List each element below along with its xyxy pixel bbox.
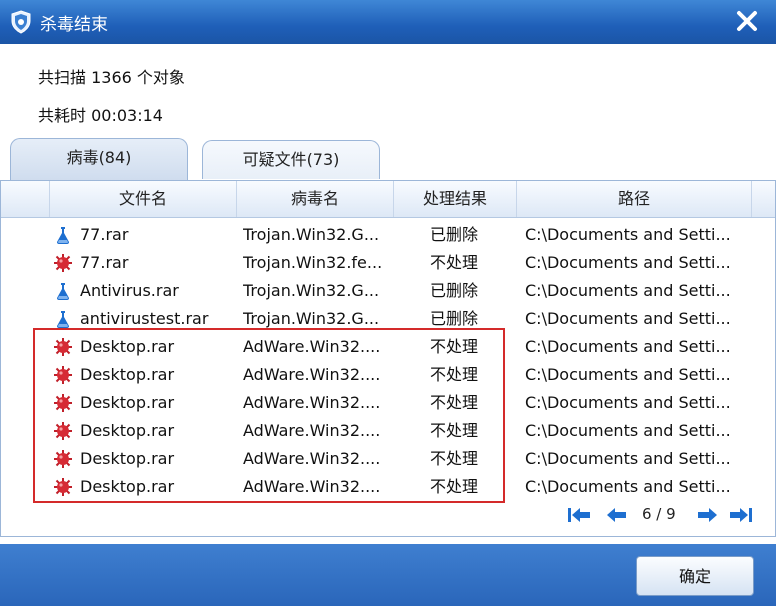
table-row[interactable]: antivirustest.rar Trojan.Win32.G... 已删除 C:\…: [1, 305, 775, 333]
header-result[interactable]: 处理结果: [394, 181, 517, 217]
elapsed-time-text: 共耗时 00:03:14: [38, 106, 163, 125]
virus-name-cell: Trojan.Win32.G...: [243, 309, 380, 328]
virus-name-cell: AdWare.Win32....: [243, 421, 381, 440]
virus-name-cell: Trojan.Win32.fe...: [243, 253, 383, 272]
virus-icon: [53, 477, 73, 497]
table-row[interactable]: 77.rar Trojan.Win32.fe... 不处理 C:\Documents …: [1, 249, 775, 277]
path-cell: C:\Documents and Setti...: [525, 365, 731, 384]
file-name-cell: 77.rar: [80, 253, 129, 272]
virus-name-cell: AdWare.Win32....: [243, 365, 381, 384]
header-icon-column: [1, 181, 50, 217]
ok-button[interactable]: 确定: [636, 556, 754, 596]
path-cell: C:\Documents and Setti...: [525, 421, 731, 440]
shield-icon: [11, 10, 31, 34]
header-file-name[interactable]: 文件名: [50, 181, 237, 217]
table-row[interactable]: Desktop.rar AdWare.Win32.... 不处理 C:\Documen…: [1, 417, 775, 445]
table-row[interactable]: Desktop.rar AdWare.Win32.... 不处理 C:\Documen…: [1, 473, 775, 501]
flask-icon: [53, 281, 73, 301]
path-cell: C:\Documents and Setti...: [525, 281, 731, 300]
file-name-cell: Desktop.rar: [80, 421, 175, 440]
result-cell: 不处理: [429, 393, 478, 412]
path-cell: C:\Documents and Setti...: [525, 477, 731, 496]
virus-name-cell: Trojan.Win32.G...: [243, 281, 380, 300]
virus-icon: [53, 421, 73, 441]
virus-name-cell: Trojan.Win32.G...: [243, 225, 380, 244]
virus-name-cell: AdWare.Win32....: [243, 393, 381, 412]
title-bar: 杀毒结束: [0, 0, 776, 44]
previous-page-icon[interactable]: [604, 506, 630, 524]
result-cell: 不处理: [429, 421, 478, 440]
file-name-cell: 77.rar: [80, 225, 129, 244]
table-header: 文件名 病毒名 处理结果 路径: [1, 181, 775, 218]
path-cell: C:\Documents and Setti...: [525, 253, 731, 272]
table-row[interactable]: 77.rar Trojan.Win32.G... 已删除 C:\Documents a…: [1, 221, 775, 249]
file-name-cell: Desktop.rar: [80, 393, 175, 412]
virus-icon: [53, 365, 73, 385]
path-cell: C:\Documents and Setti...: [525, 449, 731, 468]
table-row[interactable]: Desktop.rar AdWare.Win32.... 不处理 C:\Documen…: [1, 389, 775, 417]
flask-icon: [53, 225, 73, 245]
next-page-icon[interactable]: [694, 506, 720, 524]
file-name-cell: Desktop.rar: [80, 337, 175, 356]
result-cell: 已删除: [429, 225, 478, 244]
virus-name-cell: AdWare.Win32....: [243, 337, 381, 356]
tab-virus[interactable]: 病毒(84): [10, 138, 188, 181]
close-icon[interactable]: [734, 8, 760, 34]
virus-icon: [53, 253, 73, 273]
result-cell: 已删除: [429, 309, 478, 328]
header-virus-name[interactable]: 病毒名: [237, 181, 394, 217]
window-title: 杀毒结束: [40, 15, 108, 35]
file-name-cell: Desktop.rar: [80, 449, 175, 468]
result-cell: 不处理: [429, 477, 478, 496]
last-page-icon[interactable]: [728, 506, 754, 524]
table-row[interactable]: Antivirus.rar Trojan.Win32.G... 已删除 C:\Docu…: [1, 277, 775, 305]
virus-icon: [53, 337, 73, 357]
result-cell: 不处理: [429, 253, 478, 272]
path-cell: C:\Documents and Setti...: [525, 225, 731, 244]
virus-icon: [53, 393, 73, 413]
result-cell: 已删除: [429, 281, 478, 300]
table-row[interactable]: Desktop.rar AdWare.Win32.... 不处理 C:\Documen…: [1, 445, 775, 473]
file-name-cell: Desktop.rar: [80, 477, 175, 496]
page-indicator: 6 / 9: [642, 505, 676, 523]
path-cell: C:\Documents and Setti...: [525, 309, 731, 328]
scan-count-text: 共扫描 1366 个对象: [38, 68, 185, 87]
result-cell: 不处理: [429, 449, 478, 468]
path-cell: C:\Documents and Setti...: [525, 337, 731, 356]
results-table: 文件名 病毒名 处理结果 路径 77.rar Trojan.Win32.G... 已…: [0, 180, 776, 537]
result-cell: 不处理: [429, 337, 478, 356]
virus-icon: [53, 449, 73, 469]
virus-name-cell: AdWare.Win32....: [243, 477, 381, 496]
flask-icon: [53, 309, 73, 329]
file-name-cell: Antivirus.rar: [80, 281, 179, 300]
tab-suspicious-files[interactable]: 可疑文件(73): [202, 140, 380, 179]
header-path[interactable]: 路径: [517, 181, 752, 217]
file-name-cell: antivirustest.rar: [80, 309, 209, 328]
virus-name-cell: AdWare.Win32....: [243, 449, 381, 468]
file-name-cell: Desktop.rar: [80, 365, 175, 384]
result-cell: 不处理: [429, 365, 478, 384]
path-cell: C:\Documents and Setti...: [525, 393, 731, 412]
first-page-icon[interactable]: [566, 506, 592, 524]
table-row[interactable]: Desktop.rar AdWare.Win32.... 不处理 C:\Documen…: [1, 361, 775, 389]
table-row[interactable]: Desktop.rar AdWare.Win32.... 不处理 C:\Documen…: [1, 333, 775, 361]
